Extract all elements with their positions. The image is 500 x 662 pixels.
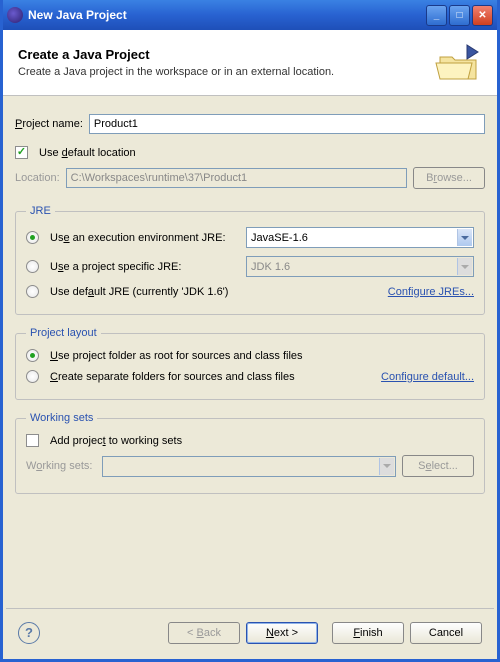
use-default-location-label: Use default location — [39, 147, 136, 159]
select-button: Select... — [402, 455, 474, 477]
use-default-location-checkbox[interactable] — [15, 146, 28, 159]
configure-default-link[interactable]: Configure default... — [381, 371, 474, 383]
back-button: < Back — [168, 622, 240, 644]
project-layout-group: Project layout Use project folder as roo… — [15, 327, 485, 400]
jre-proj-select: JDK 1.6 — [246, 256, 474, 277]
jre-legend: JRE — [26, 205, 55, 217]
maximize-button[interactable]: □ — [449, 5, 470, 26]
jre-group: JRE Use an execution environment JRE: Ja… — [15, 205, 485, 315]
project-name-input[interactable] — [89, 114, 485, 134]
working-sets-label: Working sets: — [26, 460, 96, 472]
location-label: Location: — [15, 172, 60, 184]
finish-button[interactable]: Finish — [332, 622, 404, 644]
banner: Create a Java Project Create a Java proj… — [3, 30, 497, 96]
jre-proj-label: Use a project specific JRE: — [50, 261, 240, 273]
jre-exec-label: Use an execution environment JRE: — [50, 232, 240, 244]
window-title: New Java Project — [28, 8, 424, 22]
folder-wizard-icon — [434, 43, 482, 83]
project-name-label: Project name: — [15, 118, 83, 130]
project-layout-legend: Project layout — [26, 327, 101, 339]
title-bar: New Java Project _ □ ✕ — [3, 0, 497, 30]
close-button[interactable]: ✕ — [472, 5, 493, 26]
jre-def-label: Use default JRE (currently 'JDK 1.6') — [50, 286, 382, 298]
layout-root-label: Use project folder as root for sources a… — [50, 350, 303, 362]
working-sets-select — [102, 456, 396, 477]
jre-def-radio[interactable] — [26, 285, 39, 298]
footer-bar: ? < Back Next > Finish Cancel — [6, 608, 494, 656]
banner-heading: Create a Java Project — [18, 47, 434, 62]
cancel-button[interactable]: Cancel — [410, 622, 482, 644]
jre-exec-radio[interactable] — [26, 231, 39, 244]
eclipse-icon — [7, 7, 23, 23]
configure-jres-link[interactable]: Configure JREs... — [388, 286, 474, 298]
jre-proj-radio[interactable] — [26, 260, 39, 273]
add-working-sets-label: Add project to working sets — [50, 435, 182, 447]
layout-root-radio[interactable] — [26, 349, 39, 362]
layout-sep-radio[interactable] — [26, 370, 39, 383]
location-input — [66, 168, 407, 188]
next-button[interactable]: Next > — [246, 622, 318, 644]
layout-sep-label: Create separate folders for sources and … — [50, 371, 375, 383]
working-sets-group: Working sets Add project to working sets… — [15, 412, 485, 494]
banner-subheading: Create a Java project in the workspace o… — [18, 66, 434, 78]
minimize-button[interactable]: _ — [426, 5, 447, 26]
jre-exec-select[interactable]: JavaSE-1.6 — [246, 227, 474, 248]
browse-button: Browse... — [413, 167, 485, 189]
working-sets-legend: Working sets — [26, 412, 97, 424]
add-working-sets-checkbox[interactable] — [26, 434, 39, 447]
help-button[interactable]: ? — [18, 622, 40, 644]
